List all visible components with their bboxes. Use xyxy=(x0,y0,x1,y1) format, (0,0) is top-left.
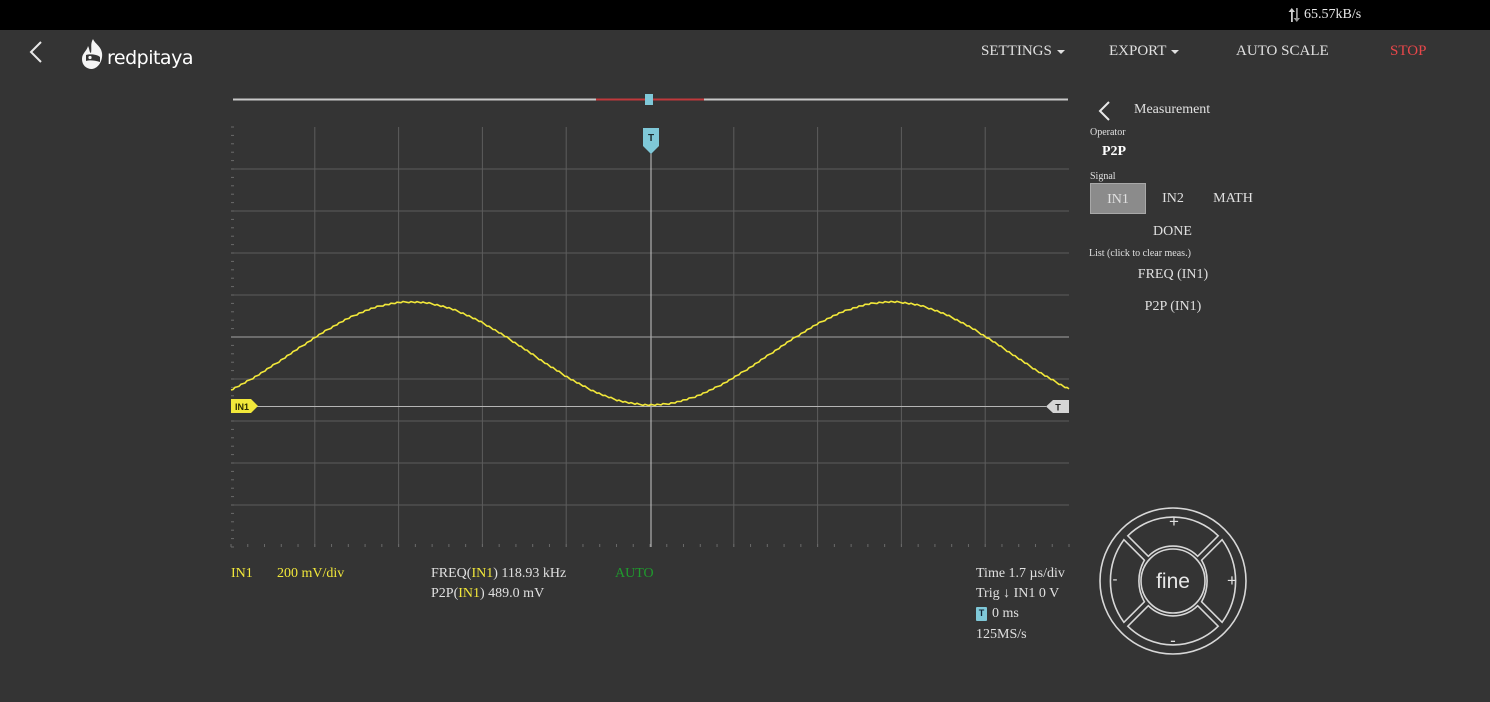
buffer-position-handle[interactable] xyxy=(645,94,653,105)
p2p-value: ) 489.0 mV xyxy=(480,586,545,601)
trigger-mode-status: AUTO xyxy=(615,566,654,581)
sample-rate: 125MS/s xyxy=(976,627,1027,642)
measurement-title: Measurement xyxy=(1134,102,1211,117)
joystick-center-label: fine xyxy=(1156,570,1190,593)
trigger-info: Trig ↓ IN1 0 V xyxy=(976,586,1060,601)
plus-icon: + xyxy=(1169,512,1179,531)
minus-icon: - xyxy=(1113,571,1118,588)
buffer-bar[interactable] xyxy=(233,94,1068,105)
freq-value: ) 118.93 kHz xyxy=(493,566,567,581)
p2p-prefix: P2P( xyxy=(431,586,459,601)
p2p-readout: P2P(IN1) 489.0 mV xyxy=(431,586,544,602)
signal-label: Signal xyxy=(1090,171,1116,182)
signal-in1-button[interactable]: IN1 xyxy=(1090,183,1146,214)
trigger-offset-value: 0 ms xyxy=(992,606,1019,621)
channel-label: IN1 xyxy=(231,566,253,581)
measurement-list-item[interactable]: P2P (IN1) xyxy=(1090,299,1256,315)
trigger-level-marker[interactable]: T xyxy=(1046,400,1069,413)
freq-readout: FREQ(IN1) 118.93 kHz xyxy=(431,566,566,582)
trigger-badge-icon: T xyxy=(976,606,987,621)
trigger-position-marker[interactable]: T xyxy=(643,128,659,154)
freq-channel: IN1 xyxy=(471,566,494,581)
joystick-control[interactable]: fine + - - + xyxy=(1096,504,1250,658)
in1-marker-label: IN1 xyxy=(235,402,249,412)
measurement-back-button[interactable] xyxy=(1096,100,1114,122)
trigger-position-label: T xyxy=(648,133,654,144)
trigger-offset: T 0 ms xyxy=(976,606,1019,622)
operator-label: Operator xyxy=(1090,127,1126,138)
measurement-list-item[interactable]: FREQ (IN1) xyxy=(1090,267,1256,283)
oscilloscope-display[interactable]: T IN1 T xyxy=(0,0,1490,702)
channel-scale[interactable]: 200 mV/div xyxy=(277,566,344,582)
plus-icon: + xyxy=(1227,571,1237,590)
operator-value[interactable]: P2P xyxy=(1102,144,1126,160)
in1-waveform xyxy=(230,300,1070,407)
in1-offset-marker[interactable]: IN1 xyxy=(231,399,258,413)
done-button[interactable]: DONE xyxy=(1153,224,1192,240)
measurement-list-label: List (click to clear meas.) xyxy=(1089,248,1191,259)
chevron-left-icon xyxy=(1098,101,1110,121)
trigger-level-label: T xyxy=(1055,403,1061,413)
p2p-channel: IN1 xyxy=(458,586,481,601)
minus-icon: - xyxy=(1170,631,1176,650)
signal-in2-button[interactable]: IN2 xyxy=(1150,183,1196,214)
time-scale[interactable]: Time 1.7 µs/div xyxy=(976,566,1065,582)
signal-math-button[interactable]: MATH xyxy=(1206,183,1260,214)
freq-prefix: FREQ( xyxy=(431,566,472,581)
